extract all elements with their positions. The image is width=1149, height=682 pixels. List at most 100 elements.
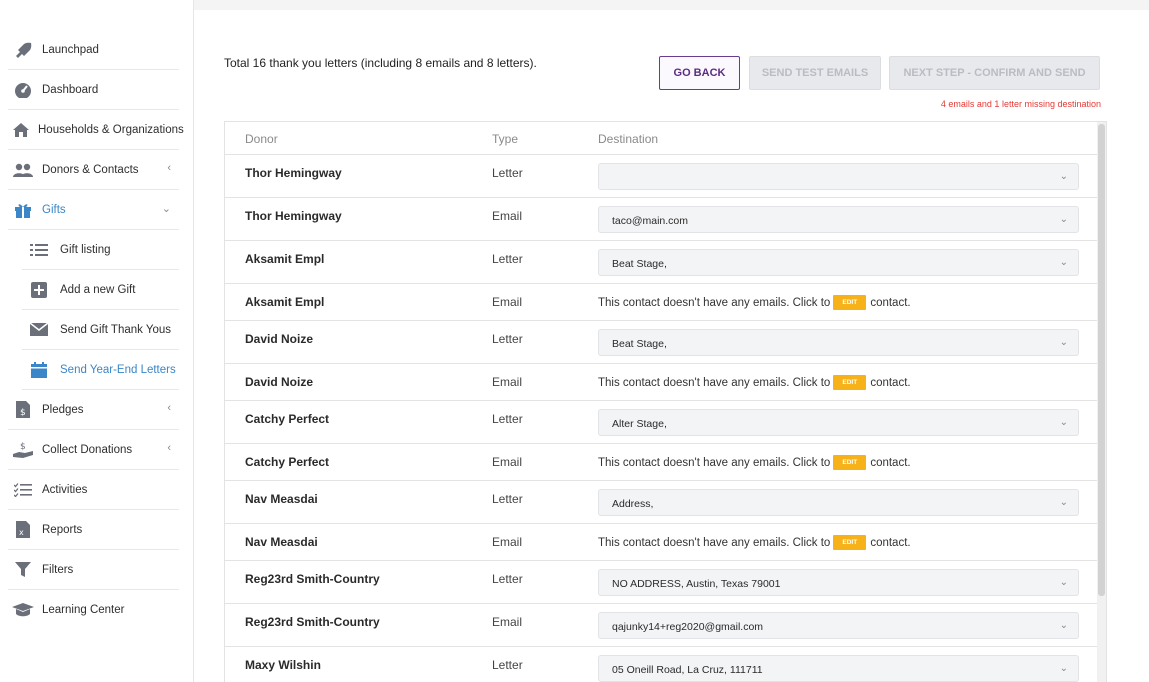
chevron-down-icon: ⌄	[161, 203, 171, 215]
chevron-down-icon: ⌄	[1059, 214, 1068, 225]
sidebar-item-launchpad[interactable]: Launchpad	[8, 30, 179, 70]
no-email-text: This contact doesn't have any emails. Cl…	[598, 536, 831, 549]
donor-name: Reg23rd Smith-Country	[245, 615, 380, 629]
rocket-icon	[12, 41, 34, 59]
destination-select[interactable]: Address, ⌄	[598, 489, 1079, 516]
sidebar-item-label: Send Gift Thank Yous	[60, 323, 172, 336]
chevron-left-icon: ‹	[167, 442, 171, 454]
donor-name: Thor Hemingway	[245, 166, 342, 180]
go-back-button[interactable]: GO BACK	[659, 56, 740, 90]
destination-value: qajunky14+reg2020@gmail.com	[612, 621, 764, 633]
destination-select[interactable]: 05 Oneill Road, La Cruz, 111711 ⌄	[598, 655, 1079, 682]
donor-name: Aksamit Empl	[245, 252, 325, 266]
sidebar-item-gifts[interactable]: Gifts ⌄	[8, 190, 179, 230]
delivery-type: Letter	[492, 492, 523, 506]
sidebar-item-label: Gifts	[42, 203, 66, 216]
calendar-icon	[28, 361, 50, 379]
no-email-text: This contact doesn't have any emails. Cl…	[598, 296, 831, 309]
chevron-left-icon: ‹	[167, 402, 171, 414]
donor-name: Nav Measdai	[245, 535, 318, 549]
donor-name: Catchy Perfect	[245, 412, 330, 426]
sidebar-item-gift-listing[interactable]: Gift listing	[22, 230, 179, 270]
no-email-text: This contact doesn't have any emails. Cl…	[598, 376, 831, 389]
sidebar-item-add-gift[interactable]: Add a new Gift	[22, 270, 179, 310]
edit-contact-button[interactable]: EDIT	[833, 455, 867, 470]
sidebar-item-activities[interactable]: Activities	[8, 470, 179, 510]
sidebar-item-label: Dashboard	[42, 83, 99, 96]
table-header: Donor Type Destination	[225, 122, 1106, 155]
envelope-icon	[28, 321, 50, 339]
destination-value: Beat Stage,	[612, 258, 667, 270]
table-row: Thor Hemingway Letter ⌄	[225, 155, 1106, 198]
destination-value: Address,	[612, 498, 654, 510]
pledge-doc-icon: $	[12, 401, 34, 419]
sidebar-item-reports[interactable]: x Reports	[8, 510, 179, 550]
table-row: Nav Measdai Letter Address, ⌄	[225, 481, 1106, 524]
edit-contact-button[interactable]: EDIT	[833, 375, 867, 390]
sidebar-item-send-thank-yous[interactable]: Send Gift Thank Yous	[22, 310, 179, 350]
delivery-type: Email	[492, 455, 523, 469]
table-scrollbar[interactable]	[1097, 122, 1106, 682]
scrollbar-thumb[interactable]	[1098, 124, 1105, 596]
destination-select[interactable]: qajunky14+reg2020@gmail.com ⌄	[598, 612, 1079, 639]
destination-select[interactable]: Alter Stage, ⌄	[598, 409, 1079, 436]
filter-icon	[12, 561, 34, 579]
chevron-down-icon: ⌄	[1059, 577, 1068, 588]
sidebar-item-label: Gift listing	[60, 243, 111, 256]
next-step-confirm-button[interactable]: NEXT STEP - CONFIRM AND SEND	[889, 56, 1100, 90]
table-row: Reg23rd Smith-Country Letter NO ADDRESS,…	[225, 561, 1106, 604]
destination-select[interactable]: NO ADDRESS, Austin, Texas 79001 ⌄	[598, 569, 1079, 596]
sidebar-item-dashboard[interactable]: Dashboard	[8, 70, 179, 110]
delivery-type: Email	[492, 615, 523, 629]
no-email-message: This contact doesn't have any emails. Cl…	[598, 295, 911, 310]
column-header-type: Type	[492, 132, 519, 146]
donor-name: Maxy Wilshin	[245, 658, 321, 672]
sidebar-item-label: Filters	[42, 563, 74, 576]
table-row: David Noize Email This contact doesn't h…	[225, 364, 1106, 401]
donor-name: David Noize	[245, 375, 314, 389]
no-email-message: This contact doesn't have any emails. Cl…	[598, 375, 911, 390]
sidebar-item-pledges[interactable]: $ Pledges ‹	[8, 390, 179, 430]
checklist-icon	[12, 481, 34, 499]
chevron-down-icon: ⌄	[1059, 497, 1068, 508]
chevron-down-icon: ⌄	[1059, 663, 1068, 674]
missing-destination-warning: 4 emails and 1 letter missing destinatio…	[940, 99, 1101, 109]
sidebar-item-donors-contacts[interactable]: Donors & Contacts ‹	[8, 150, 179, 190]
chevron-left-icon: ‹	[167, 162, 171, 174]
delivery-type: Letter	[492, 332, 523, 346]
sidebar: Launchpad Dashboard Households & Organiz…	[0, 0, 194, 682]
no-email-message: This contact doesn't have any emails. Cl…	[598, 455, 911, 470]
total-summary: Total 16 thank you letters (including 8 …	[224, 56, 537, 70]
letters-table: Donor Type Destination Thor Hemingway Le…	[224, 121, 1107, 682]
destination-value: taco@main.com	[612, 215, 689, 227]
destination-select[interactable]: taco@main.com ⌄	[598, 206, 1079, 233]
no-email-suffix: contact.	[870, 456, 911, 469]
destination-select[interactable]: Beat Stage, ⌄	[598, 329, 1079, 356]
chevron-down-icon: ⌄	[1059, 171, 1068, 182]
svg-text:x: x	[19, 528, 24, 537]
sidebar-item-filters[interactable]: Filters	[8, 550, 179, 590]
column-header-donor: Donor	[245, 132, 278, 146]
main-panel: Total 16 thank you letters (including 8 …	[194, 10, 1149, 682]
plus-square-icon	[28, 281, 50, 299]
sidebar-item-label: Send Year-End Letters	[60, 363, 176, 376]
table-row: David Noize Letter Beat Stage, ⌄	[225, 321, 1106, 364]
sidebar-item-year-end-letters[interactable]: Send Year-End Letters	[22, 350, 179, 390]
chevron-down-icon: ⌄	[1059, 337, 1068, 348]
chevron-down-icon: ⌄	[1059, 620, 1068, 631]
no-email-text: This contact doesn't have any emails. Cl…	[598, 456, 831, 469]
edit-contact-button[interactable]: EDIT	[833, 295, 867, 310]
sidebar-item-learning-center[interactable]: Learning Center	[8, 590, 179, 630]
list-icon	[28, 241, 50, 259]
hand-dollar-icon: $	[12, 441, 34, 459]
chevron-down-icon: ⌄	[1059, 257, 1068, 268]
sidebar-item-label: Add a new Gift	[60, 283, 136, 296]
sidebar-item-collect-donations[interactable]: $ Collect Donations ‹	[8, 430, 179, 470]
destination-select[interactable]: Beat Stage, ⌄	[598, 249, 1079, 276]
sidebar-item-households[interactable]: Households & Organizations	[8, 110, 184, 150]
destination-select[interactable]: ⌄	[598, 163, 1079, 190]
table-row: Catchy Perfect Letter Alter Stage, ⌄	[225, 401, 1106, 444]
send-test-emails-button[interactable]: SEND TEST EMAILS	[749, 56, 881, 90]
no-email-suffix: contact.	[870, 536, 911, 549]
edit-contact-button[interactable]: EDIT	[833, 535, 867, 550]
